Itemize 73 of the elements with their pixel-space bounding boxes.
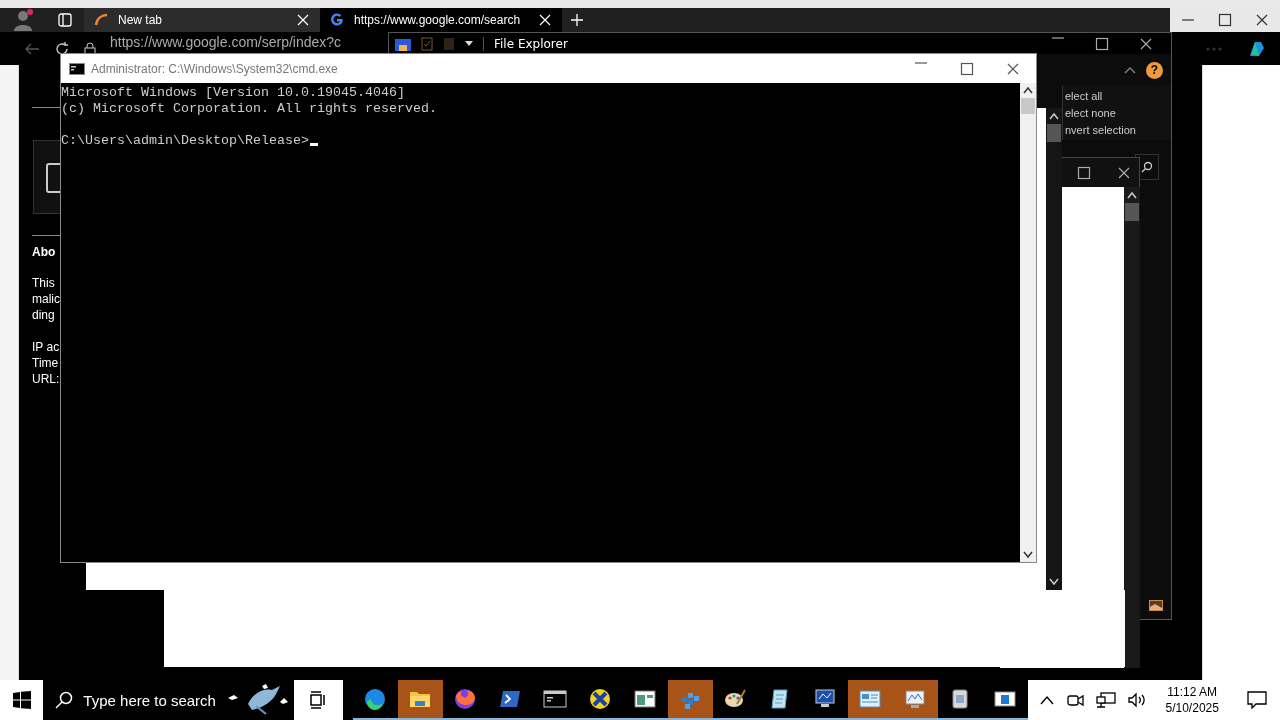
image-thumbnail-icon (1149, 600, 1163, 611)
clock[interactable]: 11:12 AM 5/10/2025 (1159, 683, 1225, 717)
window-title: Administrator: C:\Windows\System32\cmd.exe (91, 61, 338, 76)
taskbar-button[interactable] (847, 680, 893, 720)
ribbon-item[interactable]: nvert selection (1063, 124, 1171, 136)
browser-tab[interactable]: New tab (84, 8, 320, 32)
search-icon (55, 691, 74, 709)
page-text: Time (32, 355, 60, 371)
camera-icon[interactable] (1065, 692, 1084, 708)
scroll-thumb[interactable] (1047, 124, 1061, 142)
tab-close-icon[interactable] (296, 13, 310, 27)
maximize-icon (960, 61, 974, 76)
task-view-icon (309, 691, 328, 709)
browser-tab[interactable]: https://www.google.com/search (320, 8, 562, 32)
console-prompt: C:\Users\admin\Desktop\Release> (61, 133, 309, 148)
tab-favicon-icon (94, 13, 108, 27)
x-circle-icon (588, 687, 612, 711)
maximize-icon (1095, 36, 1109, 51)
close-icon (1139, 36, 1153, 51)
edge-browser-icon (363, 687, 387, 711)
address-text[interactable]: https://www.google.com/serp/index?c (110, 33, 342, 50)
close-icon (1117, 165, 1131, 180)
page-text: This (32, 275, 56, 291)
window-icon (633, 687, 657, 711)
minimize-icon (914, 61, 928, 64)
ribbon-item[interactable]: elect all (1063, 90, 1171, 102)
maximize-icon (1077, 165, 1091, 180)
page-heading: Abo (32, 245, 57, 259)
search-icon[interactable] (1141, 161, 1153, 173)
console-window-icon (69, 62, 85, 75)
close-icon (1254, 13, 1269, 27)
console-line: Microsoft Windows [Version 10.0.19045.4046] (61, 85, 406, 101)
windows-logo-icon (12, 691, 31, 709)
collapse-ribbon-icon[interactable] (1124, 66, 1136, 74)
maximize-icon (1218, 13, 1232, 27)
taskbar-button[interactable] (667, 680, 713, 720)
taskbar-button[interactable] (397, 680, 443, 720)
minimize-icon (1051, 36, 1065, 39)
show-hidden-icons-icon[interactable] (1039, 695, 1054, 705)
search-field[interactable]: Type here to search (43, 680, 294, 720)
ribbon-item[interactable]: elect none (1063, 107, 1171, 119)
dashboard-icon (858, 687, 882, 711)
scroll-down-icon[interactable] (1023, 551, 1033, 559)
refresh-icon[interactable] (54, 40, 70, 57)
text-cursor (309, 143, 318, 146)
chart-monitor-icon (903, 687, 927, 711)
explorer-folder-icon (395, 36, 411, 51)
tab-close-icon[interactable] (538, 13, 552, 27)
help-button[interactable]: ? (1146, 61, 1163, 79)
avatar-icon[interactable] (12, 9, 34, 31)
g-logo-icon (330, 13, 344, 27)
console-icon (543, 687, 567, 711)
dropdown-icon[interactable] (465, 40, 473, 47)
page-text: IP ac (32, 339, 60, 355)
chat-bubble-icon (1247, 691, 1268, 709)
scroll-thumb[interactable] (1021, 98, 1035, 114)
clock-date: 5/10/2025 (1165, 700, 1219, 716)
new-tab-icon[interactable] (570, 13, 584, 27)
page-text: URL: (32, 371, 60, 387)
scroll-up-icon[interactable] (1023, 86, 1033, 94)
sidebar-toggle-icon[interactable] (58, 13, 72, 27)
lock-icon (84, 41, 96, 56)
page-text: malic (32, 291, 60, 307)
console-line: (c) Microsoft Corporation. All rights reserved. (61, 101, 438, 117)
volume-icon[interactable] (1127, 692, 1148, 708)
window-title: File Explorer (483, 36, 568, 51)
close-icon (1006, 61, 1020, 76)
network-icon[interactable] (1095, 692, 1116, 708)
clock-time: 11:12 AM (1167, 684, 1218, 700)
scroll-thumb[interactable] (1125, 203, 1139, 221)
page-text: ding (32, 307, 56, 323)
fox-icon (453, 687, 477, 711)
minimize-icon (1181, 19, 1196, 21)
